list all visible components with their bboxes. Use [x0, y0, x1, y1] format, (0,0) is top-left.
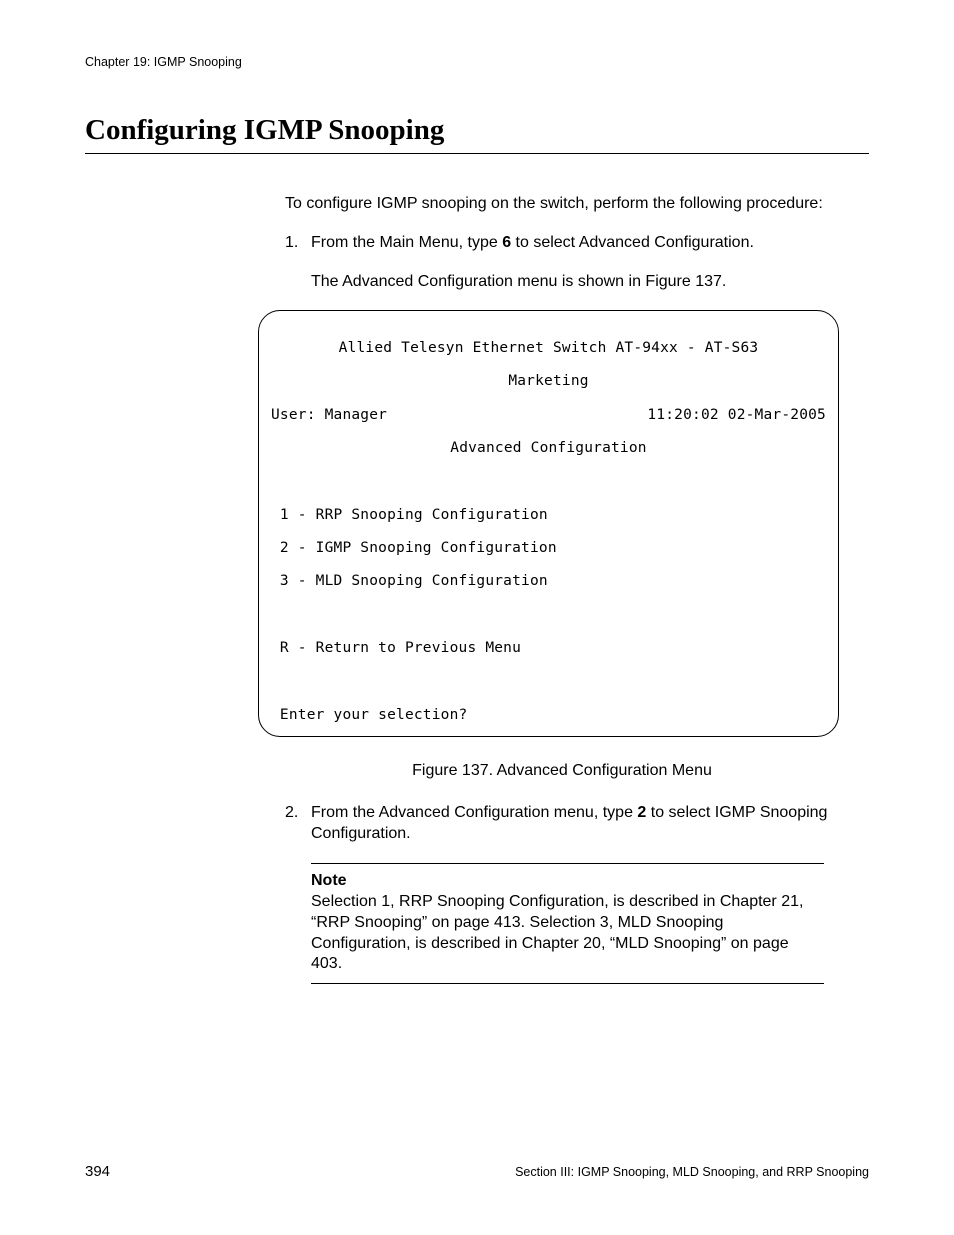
page-footer: 394 Section III: IGMP Snooping, MLD Snoo… — [85, 1163, 869, 1180]
step-2-body: From the Advanced Configuration menu, ty… — [311, 803, 839, 845]
terminal-menu-title: Advanced Configuration — [271, 440, 826, 457]
terminal-datetime: 11:20:02 02-Mar-2005 — [647, 407, 826, 424]
step-2-number: 2. — [285, 803, 311, 845]
step-1-text-pre: From the Main Menu, type — [311, 234, 502, 251]
note-label: Note — [311, 872, 824, 890]
terminal-blank-3 — [271, 674, 826, 691]
terminal-subtitle: Marketing — [271, 373, 826, 390]
terminal-title: Allied Telesyn Ethernet Switch AT-94xx -… — [271, 340, 826, 357]
page-title: Configuring IGMP Snooping — [85, 114, 869, 147]
footer-page-number: 394 — [85, 1163, 110, 1180]
step-2: 2. From the Advanced Configuration menu,… — [285, 803, 839, 845]
running-header: Chapter 19: IGMP Snooping — [85, 55, 869, 69]
terminal-return: R - Return to Previous Menu — [271, 640, 826, 657]
figure-caption: Figure 137. Advanced Configuration Menu — [285, 761, 839, 782]
terminal-prompt: Enter your selection? — [271, 707, 826, 724]
terminal-blank-2 — [271, 607, 826, 624]
note-bottom-rule — [311, 983, 824, 984]
step-1-number: 1. — [285, 233, 311, 254]
terminal-option-2: 2 - IGMP Snooping Configuration — [271, 540, 826, 557]
terminal-option-1: 1 - RRP Snooping Configuration — [271, 507, 826, 524]
terminal-user: User: Manager — [271, 407, 387, 424]
terminal-screenshot: Allied Telesyn Ethernet Switch AT-94xx -… — [258, 310, 839, 736]
terminal-option-3: 3 - MLD Snooping Configuration — [271, 573, 826, 590]
step-1: 1. From the Main Menu, type 6 to select … — [285, 233, 839, 254]
step-1-text-post: to select Advanced Configuration. — [511, 234, 754, 251]
terminal-blank — [271, 473, 826, 490]
footer-section: Section III: IGMP Snooping, MLD Snooping… — [515, 1165, 869, 1179]
intro-paragraph: To configure IGMP snooping on the switch… — [285, 194, 839, 215]
step-1-body: From the Main Menu, type 6 to select Adv… — [311, 233, 839, 254]
step-2-text-pre: From the Advanced Configuration menu, ty… — [311, 804, 637, 821]
title-rule — [85, 153, 869, 154]
step-1-subtext: The Advanced Configuration menu is shown… — [311, 272, 839, 293]
note-body: Selection 1, RRP Snooping Configuration,… — [311, 892, 824, 975]
step-1-key: 6 — [502, 234, 511, 251]
step-2-key: 2 — [637, 804, 646, 821]
note-top-rule — [311, 863, 824, 864]
note-block: Note Selection 1, RRP Snooping Configura… — [311, 863, 824, 984]
